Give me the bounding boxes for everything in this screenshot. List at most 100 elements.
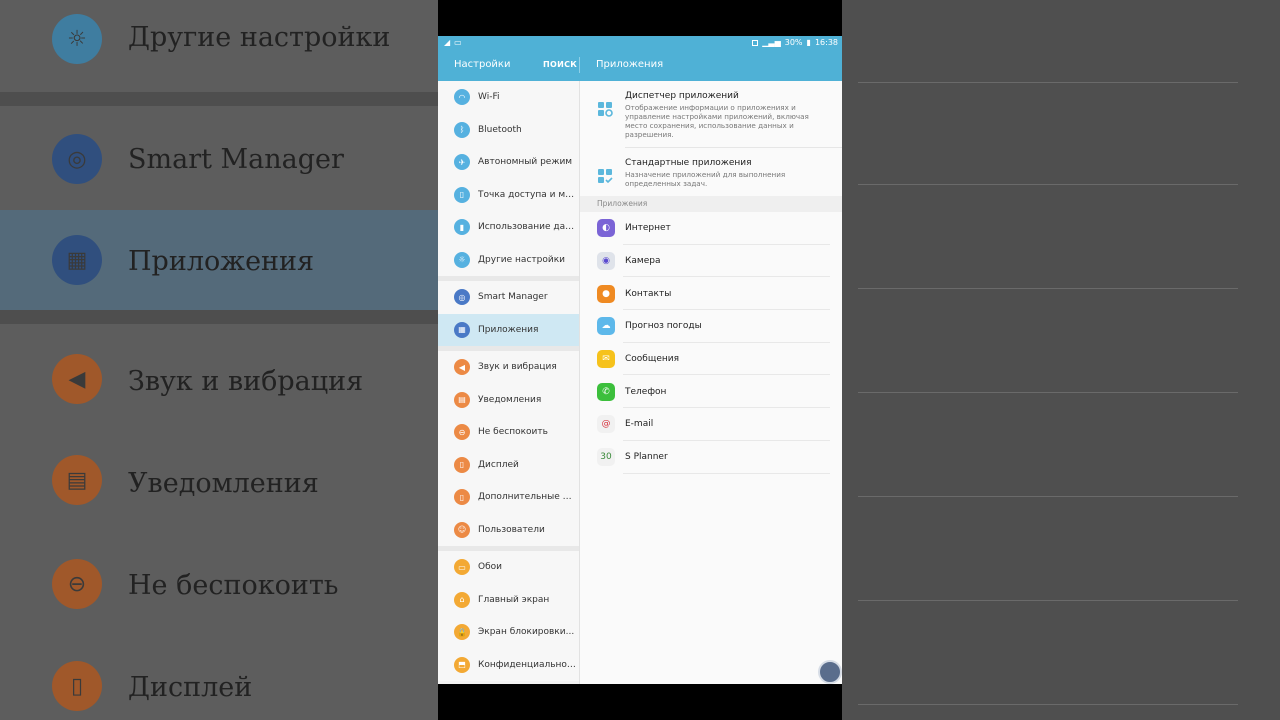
nav-item[interactable]: ⬒ Конфиденциальность bbox=[438, 649, 579, 682]
camera-icon: ◉ bbox=[597, 252, 615, 271]
nav-item[interactable]: ⌂ Главный экран bbox=[438, 584, 579, 617]
notifications-icon: ▤ bbox=[52, 455, 102, 505]
notifications-icon: ▤ bbox=[454, 391, 470, 408]
appbar-divider bbox=[579, 57, 580, 73]
nav-item-label: Конфиденциальность bbox=[478, 659, 578, 670]
nav-item[interactable]: ⊖ Не беспокоить bbox=[438, 416, 579, 449]
bg-row: ◎ Smart Manager bbox=[0, 106, 438, 206]
search-button[interactable]: ПОИСК bbox=[543, 60, 577, 69]
home-screen-icon: ⌂ bbox=[454, 591, 470, 608]
nav-item[interactable]: ✈ Автономный режим bbox=[438, 146, 579, 179]
nav-item-label: Smart Manager bbox=[478, 292, 548, 303]
bg-row: ⊖ Не беспокоить bbox=[0, 532, 438, 632]
nav-item[interactable]: ▤ Уведомления bbox=[438, 384, 579, 417]
default-apps-desc: Назначение приложений для выполнения опр… bbox=[625, 170, 786, 188]
bluetooth-icon: ᛒ bbox=[454, 121, 470, 138]
s-planner-icon: 30 bbox=[597, 448, 615, 467]
nav-item-label: Пользователи bbox=[478, 524, 545, 535]
floating-avatar[interactable] bbox=[818, 660, 842, 684]
nav-item-label: Wi-Fi bbox=[478, 92, 500, 103]
nav-item[interactable]: 🔒 Экран блокировки... bbox=[438, 616, 579, 649]
antenna-icon: ☼ bbox=[52, 14, 102, 64]
app-list-item[interactable]: @ E-mail bbox=[580, 408, 842, 441]
hotspot-icon: ▯ bbox=[454, 186, 470, 203]
sound-icon: ◀ bbox=[454, 359, 470, 376]
app-label: Интернет bbox=[625, 223, 671, 234]
bg-row-label: Не беспокоить bbox=[128, 570, 339, 601]
display-icon: ▯ bbox=[52, 661, 102, 711]
app-list-item[interactable]: 30 S Planner bbox=[580, 441, 842, 474]
status-bar: ◢ ▭ ▁▃▅ 30% ▮ 16:38 bbox=[438, 36, 842, 49]
app-label: Контакты bbox=[625, 288, 672, 299]
sound-icon: ◀ bbox=[52, 354, 102, 404]
nav-item[interactable]: ◀ Звук и вибрация bbox=[438, 351, 579, 384]
bg-line bbox=[858, 184, 1238, 185]
nav-item[interactable]: ☼ Другие настройки bbox=[438, 244, 579, 277]
bg-line bbox=[858, 600, 1238, 601]
app-list-item[interactable]: ☁ Прогноз погоды bbox=[580, 310, 842, 343]
bg-line bbox=[858, 704, 1238, 705]
app-list-item[interactable]: ◐ Интернет bbox=[580, 212, 842, 245]
apps-icon: ▦ bbox=[454, 321, 470, 338]
display-icon: ▯ bbox=[454, 456, 470, 473]
phone-screen: ◢ ▭ ▁▃▅ 30% ▮ 16:38 Настройки ПОИСК Прил… bbox=[438, 36, 842, 684]
default-apps-icon bbox=[598, 169, 613, 184]
app-list-item[interactable]: ● Контакты bbox=[580, 277, 842, 311]
nav-item[interactable]: ▮ Использование дан... bbox=[438, 211, 579, 244]
app-label: E-mail bbox=[625, 419, 654, 430]
nav-item[interactable]: ▦ Приложения bbox=[438, 313, 579, 346]
apps-section-header: Приложения bbox=[580, 196, 842, 212]
phone-icon: ✆ bbox=[597, 382, 615, 401]
wifi-icon: ◠ bbox=[454, 89, 470, 106]
app-bar: Настройки ПОИСК Приложения bbox=[438, 49, 842, 81]
bg-row-label: Smart Manager bbox=[128, 144, 344, 175]
nav-group-sound-display: ◀ Звук и вибрация ▤ Уведомления ⊖ Не беспокои… bbox=[438, 351, 579, 546]
apps-icon: ▦ bbox=[52, 235, 102, 285]
wallpaper-icon: ▭ bbox=[454, 559, 470, 576]
nav-item[interactable]: ◎ Smart Manager bbox=[438, 281, 579, 314]
messages-icon: ✉ bbox=[597, 350, 615, 369]
bg-row: ☼ Другие настройки bbox=[0, 0, 438, 92]
nav-item[interactable]: ▯ Дисплей bbox=[438, 449, 579, 482]
data-usage-icon: ▮ bbox=[454, 219, 470, 236]
nav-item[interactable]: ☺ Пользователи bbox=[438, 514, 579, 547]
apps-settings-panel: Диспетчер приложений Отображение информа… bbox=[579, 81, 842, 684]
bg-row: ▤ Уведомления bbox=[0, 430, 438, 530]
nav-item[interactable]: ▭ Обои bbox=[438, 551, 579, 584]
app-manager-entry[interactable]: Диспетчер приложений Отображение информа… bbox=[580, 81, 842, 147]
advanced-features-icon: ▯ bbox=[454, 489, 470, 506]
nav-item[interactable]: ᛒ Bluetooth bbox=[438, 114, 579, 147]
battery-percent: 30% bbox=[784, 38, 803, 47]
app-manager-desc: Отображение информации о приложениях и у… bbox=[625, 103, 809, 139]
smart-manager-icon: ◎ bbox=[52, 134, 102, 184]
bg-divider bbox=[0, 310, 438, 324]
bg-line bbox=[858, 82, 1238, 83]
app-list-item[interactable]: ◉ Камера bbox=[580, 245, 842, 278]
app-list-item[interactable]: ✉ Сообщения bbox=[580, 343, 842, 376]
default-apps-entry[interactable]: Стандартные приложения Назначение прилож… bbox=[598, 147, 842, 196]
privacy-icon: ⬒ bbox=[454, 656, 470, 673]
bg-row: ◀ Звук и вибрация bbox=[0, 326, 438, 426]
nav-item[interactable]: ▯ Дополнительные ф... bbox=[438, 481, 579, 514]
nav-item-label: Использование дан... bbox=[478, 222, 578, 233]
battery-icon: ▮ bbox=[806, 38, 811, 47]
nav-item-label: Не беспокоить bbox=[478, 427, 548, 438]
app-manager-icon bbox=[598, 102, 613, 117]
do-not-disturb-icon: ⊖ bbox=[454, 424, 470, 441]
notification-icon: ▭ bbox=[454, 38, 462, 47]
bg-line bbox=[858, 496, 1238, 497]
row-divider bbox=[623, 472, 830, 474]
clock: 16:38 bbox=[814, 38, 838, 47]
settings-nav: ◠ Wi-Fi ᛒ Bluetooth ✈ Автономный режим ▯ Точка … bbox=[438, 81, 579, 684]
page-title: Приложения bbox=[596, 59, 664, 70]
bg-row-label: Уведомления bbox=[128, 468, 319, 499]
nav-item-label: Точка доступа и мо... bbox=[478, 189, 578, 200]
app-list-item[interactable]: ✆ Телефон bbox=[580, 375, 842, 409]
nav-item[interactable]: ▯ Точка доступа и мо... bbox=[438, 179, 579, 212]
nav-item-label: Приложения bbox=[478, 324, 539, 335]
bg-row-label: Дисплей bbox=[128, 672, 253, 703]
signal-icon: ▁▃▅ bbox=[762, 38, 781, 47]
nav-item[interactable]: ◠ Wi-Fi bbox=[438, 81, 579, 114]
app-label: Камера bbox=[625, 256, 661, 267]
more-settings-icon: ☼ bbox=[454, 251, 470, 268]
